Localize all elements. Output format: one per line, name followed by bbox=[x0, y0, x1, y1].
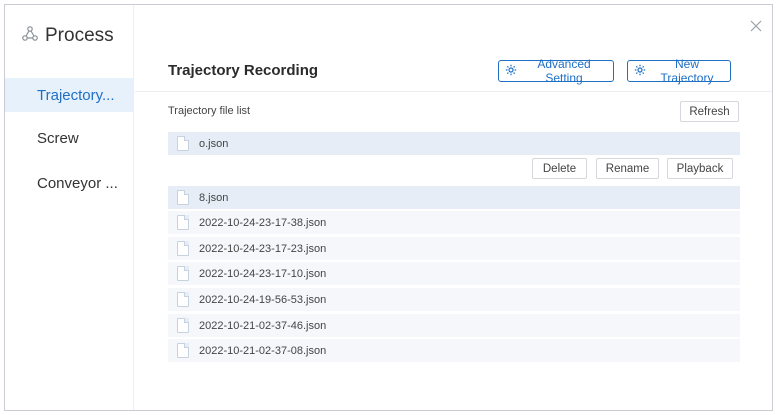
sidebar-item-label: Conveyor ... bbox=[37, 174, 118, 192]
file-name: 2022-10-24-23-17-10.json bbox=[199, 267, 327, 280]
sidebar-item-screw[interactable]: Screw bbox=[5, 121, 133, 155]
gear-icon bbox=[505, 64, 517, 79]
new-trajectory-button[interactable]: New Trajectory bbox=[627, 57, 731, 85]
gear-icon bbox=[634, 64, 646, 79]
delete-button[interactable]: Delete bbox=[532, 158, 587, 179]
sidebar: Process Trajectory... Screw Conveyor ... bbox=[5, 5, 134, 410]
advanced-setting-label: Advanced Setting bbox=[537, 57, 591, 85]
file-name: 2022-10-24-23-17-23.json bbox=[199, 242, 327, 255]
process-icon bbox=[21, 25, 39, 48]
file-name: 2022-10-24-19-56-53.json bbox=[199, 293, 327, 306]
file-icon bbox=[177, 215, 189, 230]
file-icon bbox=[177, 343, 189, 358]
process-dialog: Process Trajectory... Screw Conveyor ...… bbox=[4, 4, 773, 411]
file-icon bbox=[177, 136, 189, 151]
sidebar-item-label: Trajectory... bbox=[37, 86, 115, 104]
new-trajectory-label: New Trajectory bbox=[660, 57, 714, 85]
refresh-button[interactable]: Refresh bbox=[680, 101, 739, 122]
sidebar-item-conveyor[interactable]: Conveyor ... bbox=[5, 166, 133, 200]
close-icon[interactable] bbox=[749, 19, 763, 33]
file-row[interactable]: 2022-10-24-23-17-23.json bbox=[168, 237, 740, 260]
file-list-label: Trajectory file list bbox=[168, 105, 251, 117]
sidebar-item-label: Screw bbox=[37, 129, 79, 147]
file-row[interactable]: 2022-10-24-23-17-10.json bbox=[168, 262, 740, 285]
advanced-setting-button[interactable]: Advanced Setting bbox=[498, 57, 614, 85]
playback-button[interactable]: Playback bbox=[667, 158, 733, 179]
file-row-o-json[interactable]: o.json bbox=[168, 132, 740, 155]
rename-button[interactable]: Rename bbox=[596, 158, 659, 179]
sidebar-item-trajectory[interactable]: Trajectory... bbox=[5, 78, 133, 112]
file-name: o.json bbox=[199, 137, 229, 150]
file-icon bbox=[177, 318, 189, 333]
file-name: 2022-10-21-02-37-46.json bbox=[199, 319, 327, 332]
file-row[interactable]: 2022-10-21-02-37-46.json bbox=[168, 314, 740, 337]
file-name: 2022-10-21-02-37-08.json bbox=[199, 344, 327, 357]
file-icon bbox=[177, 190, 189, 205]
file-name: 8.json bbox=[199, 191, 229, 204]
header-divider bbox=[135, 91, 772, 92]
page-title: Trajectory Recording bbox=[168, 62, 319, 79]
file-row-8-json[interactable]: 8.json bbox=[168, 186, 740, 209]
file-icon bbox=[177, 241, 189, 256]
file-icon bbox=[177, 292, 189, 307]
file-icon bbox=[177, 266, 189, 281]
file-row[interactable]: 2022-10-24-19-56-53.json bbox=[168, 288, 740, 311]
sidebar-title: Process bbox=[45, 25, 114, 46]
file-name: 2022-10-24-23-17-38.json bbox=[199, 216, 327, 229]
sidebar-header: Process bbox=[21, 25, 114, 47]
file-row[interactable]: 2022-10-24-23-17-38.json bbox=[168, 211, 740, 234]
file-action-bar: Delete Rename Playback bbox=[168, 156, 740, 184]
file-row[interactable]: 2022-10-21-02-37-08.json bbox=[168, 339, 740, 362]
